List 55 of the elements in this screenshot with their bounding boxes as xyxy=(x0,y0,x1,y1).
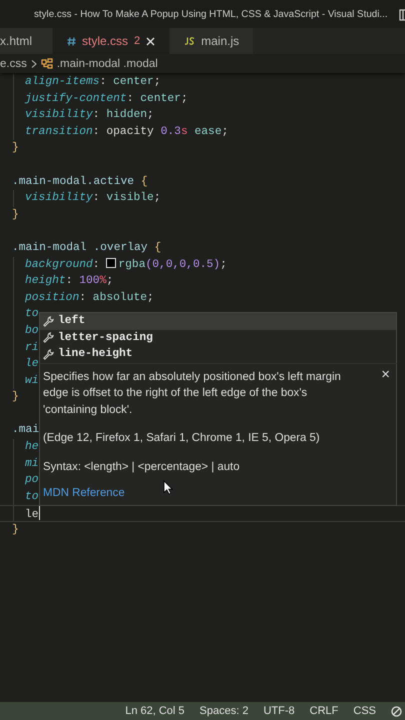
code-line: .main-modal .overlay { xyxy=(12,242,162,254)
code-line: position: absolute; xyxy=(25,292,154,304)
code-line: justify-content: center; xyxy=(25,92,188,105)
wrench-icon xyxy=(43,316,54,327)
code-line: .mai xyxy=(12,424,40,436)
code-line: to xyxy=(25,490,39,503)
code-line: ri xyxy=(25,342,39,354)
breadcrumb-item[interactable]: e.css xyxy=(0,58,27,70)
code-line: he xyxy=(25,441,39,454)
code-line: po xyxy=(25,474,39,486)
code-line: bo xyxy=(25,324,39,337)
close-button[interactable]: × xyxy=(381,366,390,382)
code-line: height: 100%; xyxy=(25,275,114,288)
code-line: .main-modal.active { xyxy=(12,176,148,188)
suggestion-item[interactable]: letter-spacing xyxy=(40,330,396,346)
status-item[interactable]: CRLF xyxy=(310,705,338,717)
code-line: visibility: visible; xyxy=(25,192,161,204)
wrench-icon xyxy=(43,332,54,344)
file-tab[interactable]: main.js xyxy=(170,28,254,54)
js-file-icon xyxy=(184,37,196,45)
file-tab[interactable]: style.css 2 xyxy=(53,28,170,54)
code-line: background: rgba(0,0,0,0.5); xyxy=(25,258,227,271)
notifications-off-icon[interactable] xyxy=(391,706,402,716)
code-line: le xyxy=(25,509,39,522)
code-line: le xyxy=(25,358,39,370)
status-item[interactable]: Ln 62, Col 5 xyxy=(125,705,185,717)
suggestion-item[interactable]: left xyxy=(40,313,396,330)
code-line: wi xyxy=(25,374,39,387)
mdn-reference-link[interactable]: MDN Reference xyxy=(43,487,125,499)
code-line: to xyxy=(25,308,39,320)
property-description: Specifies how far an absolutely positioned box's left margin edge is offset to the right of the left edge of the box's 'containing block'. xyxy=(43,370,342,418)
browser-compatibility: (Edge 12, Firefox 1, Safari 1, Chrome 1, IE 5, Opera 5) xyxy=(43,431,321,446)
status-item[interactable]: Spaces: 2 xyxy=(200,705,248,717)
code-line: } xyxy=(12,524,19,536)
window-title: style.css - How To Make A Popup Using HTML, CSS & JavaScript - Visual Studi... xyxy=(34,8,388,20)
breadcrumb-item[interactable]: .main-modal .modal xyxy=(56,58,158,70)
code-line: } xyxy=(12,391,19,404)
color-swatch[interactable] xyxy=(106,258,116,268)
file-tab[interactable]: x.html xyxy=(0,28,52,54)
code-line: transition: opacity 0.3s ease; xyxy=(25,126,228,138)
close-icon[interactable] xyxy=(146,36,156,46)
syntax-text: Syntax: <length> | <percentage> | auto xyxy=(43,460,241,474)
code-line: align-items: center; xyxy=(25,76,161,88)
code-line: } xyxy=(12,142,19,154)
selector-icon xyxy=(40,58,53,69)
code-line: } xyxy=(12,208,19,221)
mouse-pointer-icon xyxy=(163,480,173,495)
hash-icon xyxy=(67,36,76,46)
status-item[interactable]: CSS xyxy=(353,705,376,717)
chevron-icon xyxy=(30,60,37,68)
status-item[interactable]: UTF-8 xyxy=(263,705,295,717)
code-line: visibility: hidden; xyxy=(25,109,154,122)
wrench-icon xyxy=(43,348,54,360)
code-line: mi xyxy=(25,458,39,470)
suggestion-item[interactable]: line-height xyxy=(40,346,396,362)
